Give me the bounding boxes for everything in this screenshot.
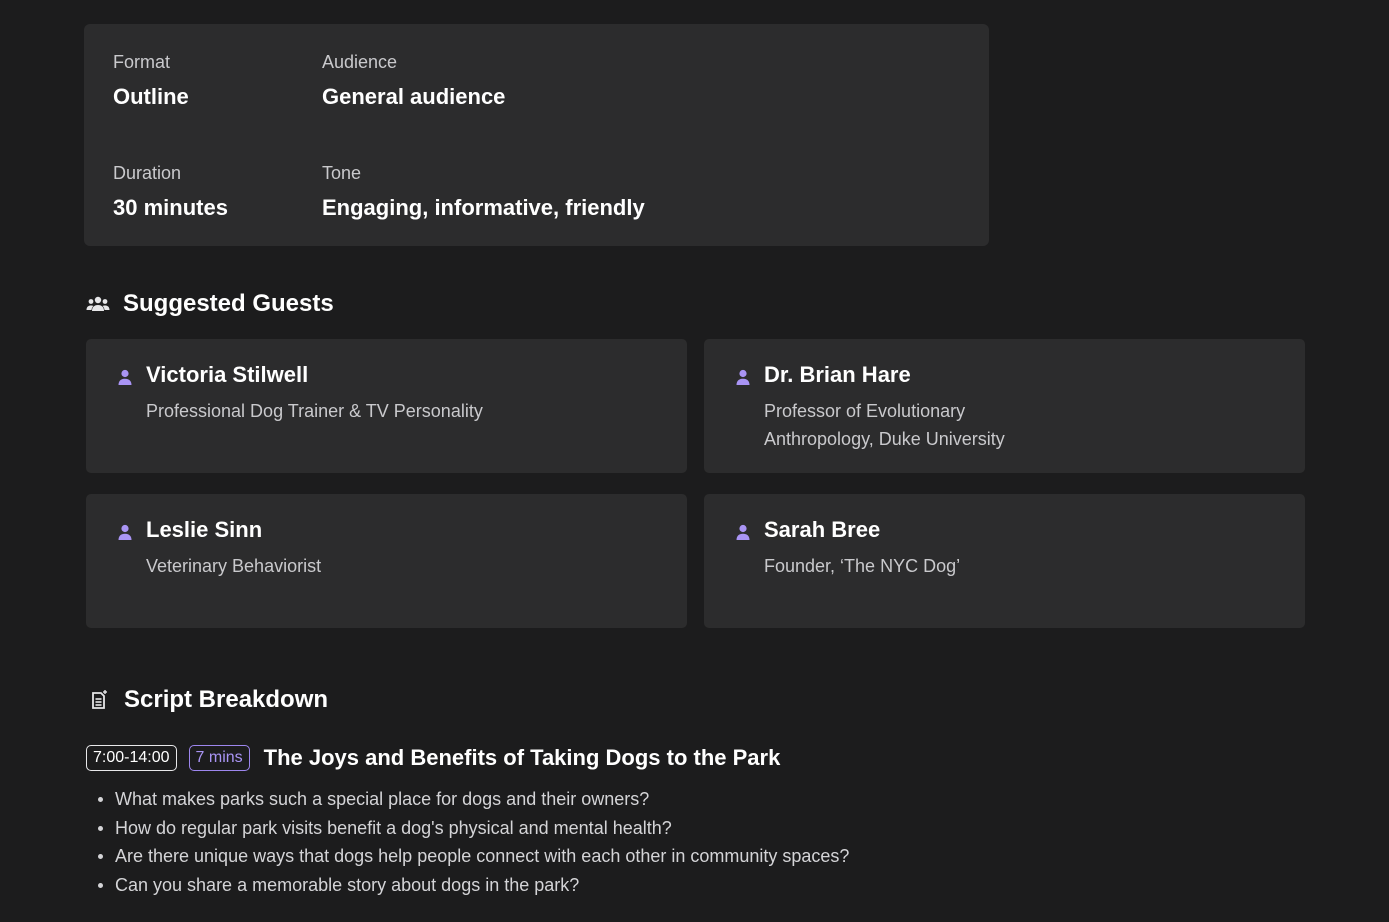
guest-name: Leslie Sinn [146, 517, 263, 542]
person-icon [734, 368, 752, 386]
tone-field: Tone Engaging, informative, friendly [322, 162, 645, 222]
guest-name: Victoria Stilwell [146, 362, 309, 387]
person-icon [116, 523, 134, 541]
segment-duration-badge: 7 mins [188, 745, 250, 771]
guest-role: Veterinary Behaviorist [146, 556, 322, 576]
podcast-summary-card: Format Outline Audience General audience… [84, 24, 989, 246]
guest-name: Dr. Brian Hare [764, 362, 911, 387]
guest-role: Professor of Evolutionary Anthropology, … [764, 401, 1005, 449]
audience-value: General audience [322, 84, 506, 109]
format-value: Outline [113, 84, 189, 109]
guest-card[interactable]: Sarah Bree Founder, ‘The NYC Dog’ [704, 494, 1305, 628]
people-group-icon [85, 291, 111, 317]
audience-label: Audience [322, 52, 398, 72]
guest-card[interactable]: Victoria Stilwell Professional Dog Train… [86, 339, 687, 473]
segment-question-list: What makes parks such a special place fo… [86, 785, 849, 899]
format-field: Format Outline [113, 51, 189, 111]
format-label: Format [113, 52, 171, 72]
guest-card[interactable]: Leslie Sinn Veterinary Behaviorist [86, 494, 687, 628]
segment-time-badge: 7:00-14:00 [86, 745, 177, 771]
page: Format Outline Audience General audience… [0, 0, 1389, 922]
person-icon [116, 368, 134, 386]
tone-label: Tone [322, 163, 362, 183]
list-item: What makes parks such a special place fo… [97, 785, 849, 814]
person-icon [734, 523, 752, 541]
guest-role: Professional Dog Trainer & TV Personalit… [146, 401, 483, 421]
audience-field: Audience General audience [322, 51, 505, 111]
tone-value: Engaging, informative, friendly [322, 195, 645, 220]
script-segment-header: 7:00-14:00 7 mins The Joys and Benefits … [86, 745, 780, 771]
script-breakdown-heading: Script Breakdown [86, 686, 328, 714]
suggested-guests-heading: Suggested Guests [85, 290, 334, 318]
list-item: How do regular park visits benefit a dog… [97, 814, 849, 843]
suggested-guests-title: Suggested Guests [123, 290, 334, 317]
guest-name: Sarah Bree [764, 517, 881, 542]
list-item: Can you share a memorable story about do… [97, 871, 849, 900]
document-icon [86, 687, 112, 713]
duration-value: 30 minutes [113, 195, 228, 220]
segment-title: The Joys and Benefits of Taking Dogs to … [263, 745, 781, 770]
guest-card[interactable]: Dr. Brian Hare Professor of Evolutionary… [704, 339, 1305, 473]
guest-role: Founder, ‘The NYC Dog’ [764, 556, 961, 576]
duration-field: Duration 30 minutes [113, 162, 228, 222]
list-item: Are there unique ways that dogs help peo… [97, 842, 849, 871]
duration-label: Duration [113, 163, 182, 183]
script-breakdown-title: Script Breakdown [124, 686, 329, 713]
